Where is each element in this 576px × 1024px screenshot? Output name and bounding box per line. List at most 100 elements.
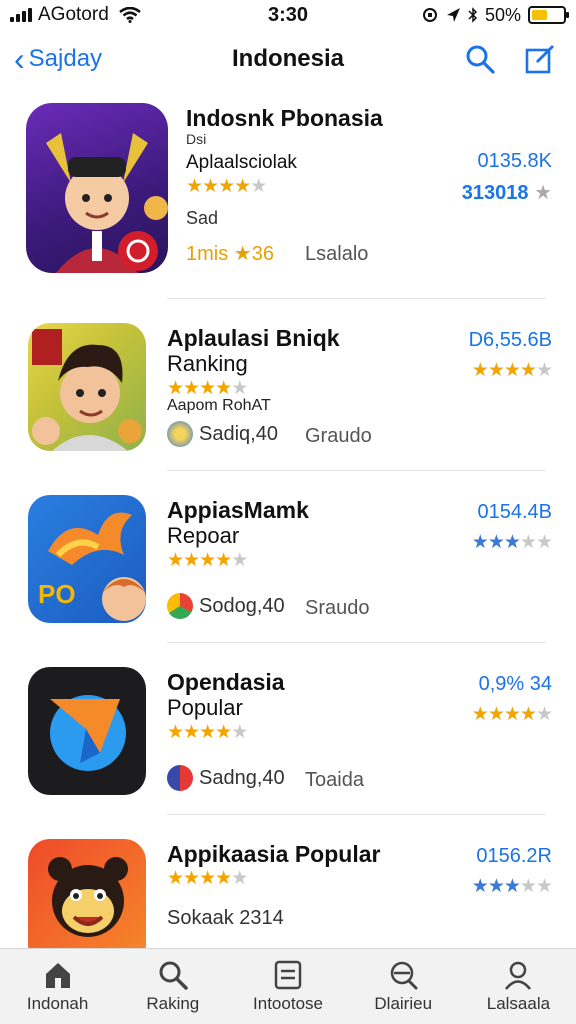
star-rating-secondary: ★★★★★ (471, 359, 553, 382)
star-icon: ★ (215, 722, 232, 743)
meta-label: Sad (186, 208, 219, 228)
app-name: Opendasia (167, 669, 285, 695)
tab-list[interactable]: Intootose (230, 949, 345, 1024)
star-rating: ★★★★★ (167, 549, 248, 572)
star-icon: ★ (535, 876, 553, 897)
star-icon: ★ (519, 704, 537, 725)
star-icon: ★ (250, 176, 267, 197)
app-name: AppiasMamk (167, 497, 309, 523)
play-store-icon (167, 593, 193, 619)
star-icon: ★ (215, 378, 232, 399)
star-icon: ★ (183, 550, 200, 571)
rating-line: Sokaak 2314 (167, 907, 284, 930)
rating-text: Sadiq,40 (199, 422, 278, 445)
tab-home[interactable]: Indonah (0, 949, 115, 1024)
app-category: Sraudo (305, 597, 370, 619)
star-icon: ★ (199, 378, 216, 399)
tab-ranking[interactable]: Raking (115, 949, 230, 1024)
app-subtitle: Aplaalsciolak (186, 152, 297, 173)
profile-icon (505, 961, 532, 990)
tab-label: Dlairieu (374, 993, 433, 1013)
star-icon: ★ (234, 176, 251, 197)
back-button[interactable]: ‹ Sajday (14, 43, 102, 75)
app-list: Indosnk Pbonasia Dsi Aplaalsciolak ★★★★★… (0, 95, 576, 987)
app-subtitle: Popular (167, 695, 243, 720)
app-size: 0135.8K (477, 150, 552, 172)
star-icon: ★ (535, 360, 553, 381)
star-icon: ★ (199, 722, 216, 743)
list-item[interactable]: Opendasia Popular ★★★★★ 0,9% 34 ★★★★★ Sa… (0, 643, 576, 815)
compose-icon[interactable] (524, 43, 556, 75)
star-rating-secondary: ★★★★★ (471, 531, 553, 554)
star-icon: ★ (215, 868, 232, 889)
star-icon: ★ (503, 704, 521, 725)
app-icon-po-character[interactable]: PO (28, 495, 146, 623)
star-icon: ★ (186, 176, 203, 197)
star-icon: ★ (487, 532, 505, 553)
star-icon: ★ (519, 532, 537, 553)
app-developer: Aapom RohAT (167, 397, 271, 414)
star-icon: ★ (471, 360, 489, 381)
star-icon: ★ (535, 532, 553, 553)
rating-line: Sadiq,40 (167, 421, 278, 447)
star-icon: ★ (183, 722, 200, 743)
list-item[interactable]: Indosnk Pbonasia Dsi Aplaalsciolak ★★★★★… (0, 95, 576, 299)
rating-text: Sokaak 2314 (167, 907, 284, 929)
star-icon: ★ (519, 360, 537, 381)
app-category: Lsalalo (305, 243, 369, 265)
app-size: 0156.2R (476, 845, 552, 867)
star-icon: ★ (202, 176, 219, 197)
app-name: Indosnk Pbonasia (186, 105, 383, 131)
star-icon: ★ (487, 704, 505, 725)
star-icon: ★ (218, 176, 235, 197)
discover-icon (390, 961, 418, 989)
tab-profile[interactable]: Lalsaala (461, 949, 576, 1024)
star-icon: ★ (167, 550, 184, 571)
rating-text: 1mis ★36 (186, 243, 274, 265)
star-icon: ★ (519, 876, 537, 897)
svg-text:PO: PO (38, 579, 76, 609)
back-label: Sajday (28, 45, 103, 72)
star-icon: ★ (503, 532, 521, 553)
rating-line: Sodog,40 (167, 593, 285, 619)
status-time: 3:30 (267, 4, 309, 26)
rating-line: Sadng,40 (167, 765, 285, 791)
search-icon[interactable] (464, 43, 496, 75)
app-subtitle: Repoar (167, 523, 240, 548)
star-icon: ★ (167, 378, 184, 399)
star-icon: ★ (535, 704, 553, 725)
star-rating: ★★★★★ (167, 867, 248, 890)
star-icon: ★ (167, 868, 184, 889)
tab-discover[interactable]: Dlairieu (346, 949, 461, 1024)
app-size: 0154.4B (477, 501, 552, 523)
app-icon-cartoon-character[interactable] (26, 103, 168, 273)
star-icon: ★ (487, 360, 505, 381)
star-icon: ★ (199, 868, 216, 889)
app-name: Aplaulasi Bniqk (167, 325, 340, 351)
star-icon: ★ (231, 550, 248, 571)
app-icon-boy-character[interactable] (28, 323, 146, 451)
app-developer: Dsi (186, 131, 207, 147)
star-icon: ★ (231, 868, 248, 889)
chevron-left-icon: ‹ (14, 41, 25, 77)
star-icon: ★ (471, 532, 489, 553)
status-bar: AGotord 3:30 50% (0, 0, 576, 30)
star-icon: ★ (215, 550, 232, 571)
list-item[interactable]: Aplaulasi Bniqk Ranking ★★★★★ Aapom RohA… (0, 299, 576, 471)
list-icon (274, 960, 302, 989)
app-icon-dark-logo[interactable] (28, 667, 146, 795)
star-icon: ★ (503, 876, 521, 897)
tab-label: Lalsaala (486, 993, 551, 1013)
star-icon: ★ (183, 378, 200, 399)
star-icon: ★ (231, 378, 248, 399)
star-icon: ★ (199, 550, 216, 571)
star-rating: ★★★★★ (167, 721, 248, 744)
rating-text: Sodog,40 (199, 594, 285, 617)
list-item[interactable]: PO AppiasMamk Repoar ★★★★★ 0154.4B ★★★★★… (0, 471, 576, 643)
star-icon: ★ (471, 704, 489, 725)
star-rating-secondary: ★★★★★ (472, 875, 553, 898)
app-category: Graudo (305, 425, 372, 447)
badge-icon (167, 421, 193, 447)
app-size: D6,55.6B (468, 329, 552, 351)
battery-icon (528, 6, 569, 24)
